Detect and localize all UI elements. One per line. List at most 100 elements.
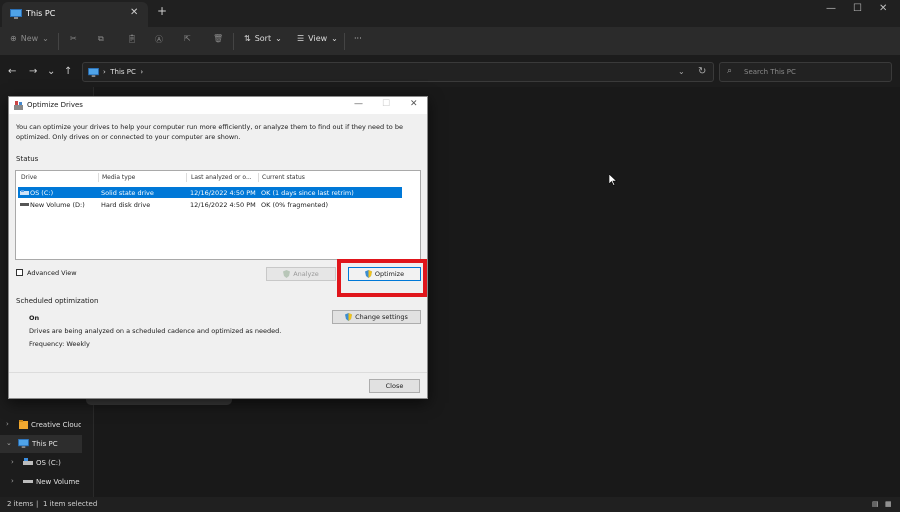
table-row[interactable]: New Volume (D:) Hard disk drive 12/16/20… bbox=[18, 199, 402, 210]
new-label: New bbox=[20, 34, 39, 43]
tab-this-pc[interactable]: This PC ✕ bbox=[2, 2, 148, 27]
drive-icon bbox=[23, 458, 33, 465]
command-bar: ⊕ New ⌄ ✂ ⧉ 📋︎ Ⓐ ⇱ 🗑︎ ⇅ Sort ⌄ ☰ View ⌄ … bbox=[0, 27, 900, 56]
tab-title: This PC bbox=[26, 9, 56, 18]
refresh-icon[interactable]: ↻ bbox=[698, 66, 706, 77]
column-divider[interactable] bbox=[186, 173, 187, 182]
chevron-right-icon[interactable]: › bbox=[11, 458, 14, 466]
chevron-right-icon[interactable]: › bbox=[11, 477, 14, 485]
search-icon: ⌕ bbox=[727, 66, 733, 76]
current-status: OK (0% fragmented) bbox=[261, 201, 329, 209]
column-header[interactable]: Last analyzed or o... bbox=[191, 174, 252, 181]
chevron-down-icon: ⌄ bbox=[42, 34, 49, 43]
copy-icon[interactable]: ⧉ bbox=[98, 34, 104, 44]
details-view-icon[interactable]: ▤ bbox=[872, 500, 879, 508]
dialog-title: Optimize Drives bbox=[27, 101, 83, 109]
more-options-icon[interactable]: ··· bbox=[354, 34, 362, 43]
rename-icon[interactable]: Ⓐ bbox=[155, 34, 163, 45]
media-type: Solid state drive bbox=[101, 189, 154, 197]
back-icon[interactable]: ← bbox=[8, 66, 16, 77]
chevron-down-icon: ⌄ bbox=[331, 34, 338, 43]
drive-icon bbox=[20, 190, 29, 195]
close-label: Close bbox=[385, 382, 404, 390]
chevron-down-icon[interactable]: ⌄ bbox=[6, 439, 12, 447]
tiles-view-icon[interactable]: ▦ bbox=[885, 500, 892, 508]
schedule-frequency: Frequency: Weekly bbox=[29, 340, 90, 348]
delete-icon[interactable]: 🗑︎ bbox=[213, 34, 223, 43]
column-header[interactable]: Drive bbox=[21, 174, 37, 181]
search-input[interactable]: ⌕ Search This PC bbox=[719, 62, 892, 82]
dialog-title-bar: Optimize Drives — ☐ ✕ bbox=[9, 97, 427, 114]
status-label: Status bbox=[16, 155, 39, 163]
dialog-footer: Close bbox=[9, 372, 427, 398]
selection-count: 1 item selected bbox=[43, 500, 98, 508]
minimize-icon[interactable]: — bbox=[826, 3, 836, 14]
title-bar: This PC ✕ + — ☐ ✕ bbox=[0, 0, 900, 27]
nav-label: Creative Cloud F bbox=[31, 421, 81, 429]
separator bbox=[58, 33, 59, 50]
this-pc-icon bbox=[18, 439, 29, 448]
status-divider: | bbox=[36, 500, 39, 508]
drive-icon bbox=[20, 203, 29, 206]
dialog-description: You can optimize your drives to help you… bbox=[16, 123, 403, 141]
up-icon[interactable]: ↑ bbox=[64, 66, 72, 77]
schedule-description: Drives are being analyzed on a scheduled… bbox=[29, 327, 282, 335]
sort-button[interactable]: ⇅ Sort ⌄ bbox=[244, 34, 282, 43]
new-icon: ⊕ bbox=[10, 34, 17, 43]
drive-icon bbox=[23, 480, 33, 483]
address-dropdown-icon[interactable]: ⌄ bbox=[678, 67, 685, 76]
breadcrumb[interactable]: › This PC › bbox=[103, 68, 143, 76]
advanced-view-checkbox[interactable] bbox=[16, 269, 23, 276]
column-divider[interactable] bbox=[258, 173, 259, 182]
drive-name: OS (C:) bbox=[30, 189, 54, 197]
nav-label: This PC bbox=[32, 440, 58, 448]
search-placeholder: Search This PC bbox=[744, 68, 796, 76]
close-window-icon[interactable]: ✕ bbox=[879, 3, 887, 14]
schedule-state: On bbox=[29, 314, 40, 322]
breadcrumb-this-pc[interactable]: This PC bbox=[110, 68, 136, 76]
view-icon: ☰ bbox=[297, 34, 305, 43]
share-icon[interactable]: ⇱ bbox=[184, 34, 191, 43]
new-tab-icon[interactable]: + bbox=[157, 4, 167, 18]
cut-icon[interactable]: ✂ bbox=[70, 34, 77, 43]
address-bar[interactable]: › This PC › ⌄ ↻ bbox=[82, 62, 714, 82]
last-analyzed: 12/16/2022 4:50 PM bbox=[190, 201, 256, 209]
tab-close-icon[interactable]: ✕ bbox=[130, 7, 138, 18]
minimize-icon[interactable]: — bbox=[354, 99, 363, 109]
list-header: Drive Media type Last analyzed or o... C… bbox=[16, 171, 420, 183]
analyze-label: Analyze bbox=[293, 270, 319, 278]
nav-label: OS (C:) bbox=[36, 459, 61, 467]
chevron-down-icon: ⌄ bbox=[275, 34, 282, 43]
close-button[interactable]: Close bbox=[369, 379, 420, 393]
chevron-right-icon[interactable]: › bbox=[6, 420, 9, 428]
separator bbox=[344, 33, 345, 50]
maximize-icon[interactable]: ☐ bbox=[853, 3, 862, 14]
annotation-highlight-box bbox=[337, 259, 427, 297]
nav-item-creative-cloud[interactable]: › Creative Cloud F bbox=[0, 416, 82, 434]
separator bbox=[233, 33, 234, 50]
drives-list[interactable]: Drive Media type Last analyzed or o... C… bbox=[15, 170, 421, 260]
recent-chevron-icon[interactable]: ⌄ bbox=[47, 66, 55, 77]
defrag-icon bbox=[14, 101, 23, 110]
table-row[interactable]: OS (C:) Solid state drive 12/16/2022 4:5… bbox=[18, 187, 402, 198]
column-header[interactable]: Current status bbox=[262, 174, 305, 181]
column-header[interactable]: Media type bbox=[102, 174, 135, 181]
advanced-view-label[interactable]: Advanced View bbox=[27, 269, 77, 277]
close-dialog-icon[interactable]: ✕ bbox=[410, 99, 418, 109]
paste-icon[interactable]: 📋︎ bbox=[127, 34, 137, 43]
media-type: Hard disk drive bbox=[101, 201, 151, 209]
current-status: OK (1 days since last retrim) bbox=[261, 189, 354, 197]
forward-icon[interactable]: → bbox=[29, 66, 37, 77]
change-settings-label: Change settings bbox=[355, 313, 408, 321]
optimize-drives-dialog: Optimize Drives — ☐ ✕ You can optimize y… bbox=[8, 96, 428, 399]
analyze-button: Analyze bbox=[266, 267, 336, 281]
nav-item-this-pc[interactable]: ⌄ This PC bbox=[0, 435, 82, 453]
mouse-cursor-icon bbox=[609, 174, 617, 186]
change-settings-button[interactable]: Change settings bbox=[332, 310, 421, 324]
column-divider[interactable] bbox=[98, 173, 99, 182]
nav-item-os-c[interactable]: › OS (C:) bbox=[0, 454, 82, 472]
new-button[interactable]: ⊕ New ⌄ bbox=[10, 34, 49, 43]
view-button[interactable]: ☰ View ⌄ bbox=[297, 34, 338, 43]
nav-item-new-volume[interactable]: › New Volume ( bbox=[0, 473, 82, 491]
this-pc-icon bbox=[88, 68, 99, 77]
